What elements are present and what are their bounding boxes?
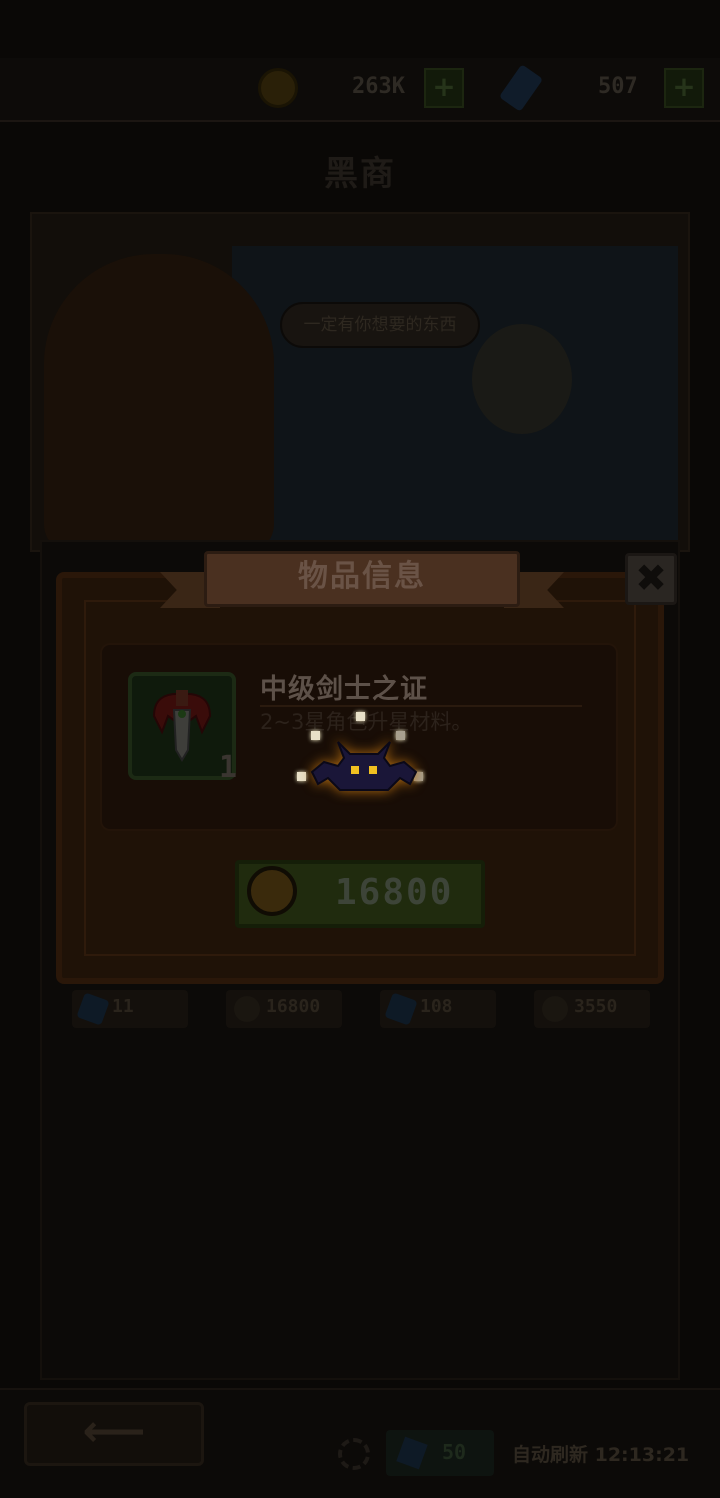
banner-scene: [232, 246, 678, 546]
page-title: 黑商: [324, 154, 396, 194]
add-gem-button[interactable]: +: [664, 68, 704, 108]
gem-amount: 507: [598, 74, 638, 99]
bat-sprite: [310, 741, 418, 791]
skull-character: [472, 324, 572, 434]
buy-price: 16800: [335, 872, 454, 913]
sword-emblem-icon: [152, 690, 212, 762]
gold-coin-icon: [234, 996, 260, 1022]
refresh-icon[interactable]: [338, 1438, 370, 1470]
close-button[interactable]: ✖: [625, 553, 677, 605]
merchant-banner: 一定有你想要的东西: [30, 212, 690, 552]
gold-coin-icon: [542, 996, 568, 1022]
price-tag[interactable]: 11: [72, 990, 188, 1028]
refresh-button[interactable]: 50: [386, 1430, 494, 1476]
gem-icon: [498, 64, 544, 112]
add-gold-button[interactable]: +: [424, 68, 464, 108]
price-value: 108: [420, 996, 453, 1017]
item-quantity: 1: [219, 750, 238, 785]
gem-icon: [396, 1436, 428, 1470]
price-value: 11: [112, 996, 134, 1017]
resource-bar: 263K + 507 +: [0, 58, 720, 122]
modal-title: 物品信息: [298, 559, 426, 594]
gold-coin-icon: [247, 866, 297, 916]
auto-refresh-timer: 自动刷新 12:13:21: [512, 1444, 690, 1466]
gem-icon: [76, 992, 110, 1026]
price-tag[interactable]: 108: [380, 990, 496, 1028]
sparkle: [356, 712, 365, 721]
item-name: 中级剑士之证: [260, 674, 428, 705]
gold-coin-icon: [258, 68, 298, 108]
speech-bubble: 一定有你想要的东西: [280, 302, 480, 348]
price-value: 3550: [574, 996, 618, 1017]
gold-amount: 263K: [352, 74, 405, 99]
price-tag[interactable]: 3550: [534, 990, 650, 1028]
bottom-bar: ⟵ 50 自动刷新 12:13:21: [0, 1388, 720, 1498]
price-value: 16800: [266, 996, 321, 1017]
bat-loading-icon: [290, 706, 430, 802]
gem-icon: [384, 992, 418, 1026]
refresh-cost-value: 50: [442, 1440, 467, 1464]
buy-button[interactable]: 16800: [235, 860, 485, 928]
back-button[interactable]: ⟵: [24, 1402, 204, 1466]
merchant-character: [44, 254, 274, 550]
price-tag[interactable]: 16800: [226, 990, 342, 1028]
